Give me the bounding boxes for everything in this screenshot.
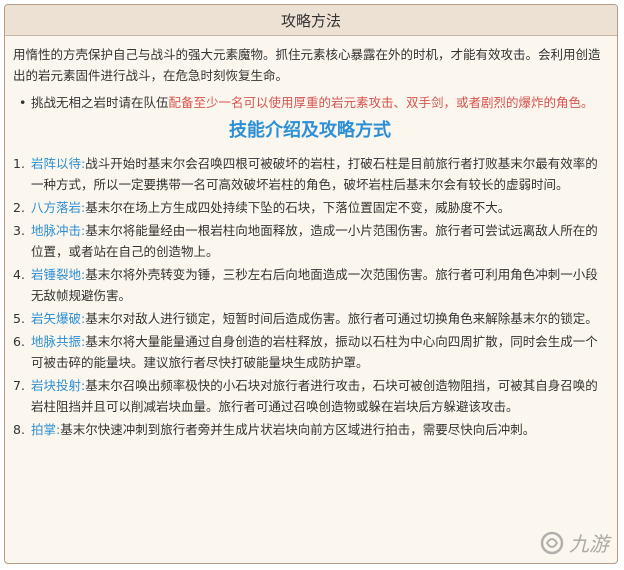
intro-paragraph: 用惰性的方壳保护自己与战斗的强大元素魔物。抓住元素核心暴露在外的时机，才能有效攻… — [13, 47, 601, 83]
ninegame-logo-icon — [540, 531, 564, 554]
skill-name: 八方落岩: — [31, 200, 86, 215]
skill-item: 4. 岩锤裂地:基末尔将外壳转变为锤，三秒左右后向地面造成一次范围伤害。旅行者可利… — [13, 264, 607, 306]
skill-item: 2. 八方落岩:基末尔在场上方生成四处持续下坠的石块，下落位置固定不变，威胁度不大… — [13, 197, 607, 218]
tip-highlight: 配备至少一名可以使用厚重的岩元素攻击、双手剑，或者剧烈的爆炸的角色。 — [168, 95, 594, 110]
skill-text: 拍掌:基末尔快速冲刺到旅行者旁并生成片状岩块向前方区域进行拍击，需要尽快向后冲刺… — [31, 419, 535, 440]
skill-number: 8. — [13, 422, 25, 437]
skill-number: 5. — [13, 311, 25, 326]
skill-name: 岩块投射: — [31, 378, 86, 393]
skill-text: 岩锤裂地:基末尔将外壳转变为锤，三秒左右后向地面造成一次范围伤害。旅行者可利用角… — [31, 264, 607, 306]
skill-desc: 基末尔对敌人进行锁定，短暂时间后造成伤害。旅行者可通过切换角色来解除基末尔的锁定… — [85, 311, 598, 326]
tip-normal: 挑战无相之岩时请在队伍 — [31, 95, 169, 110]
skill-desc: 基末尔将大量能量通过自身创造的岩柱释放，振动以石柱为中心向四周扩散，同时会生成一… — [31, 334, 598, 370]
panel-content: 用惰性的方壳保护自己与战斗的强大元素魔物。抓住元素核心暴露在外的时机，才能有效攻… — [5, 36, 617, 440]
skill-item: 8. 拍掌:基末尔快速冲刺到旅行者旁并生成片状岩块向前方区域进行拍击，需要尽快向后… — [13, 419, 607, 440]
skills-list: 1. 岩阵以待:战斗开始时基末尔会召唤四根可被破坏的岩柱，打破石柱是目前旅行者打败… — [13, 153, 607, 440]
skill-desc: 基末尔召唤出频率极快的小石块对旅行者进行攻击，石块可被创造物阻挡，可被其自身召唤… — [31, 378, 598, 414]
skill-item: 3. 地脉冲击:基末尔将能量经由一根岩柱向地面释放，造成一小片范围伤害。旅行者可尝… — [13, 220, 607, 262]
skill-number: 2. — [13, 200, 25, 215]
tip-text: 挑战无相之岩时请在队伍配备至少一名可以使用厚重的岩元素攻击、双手剑，或者剧烈的爆… — [31, 92, 594, 113]
tip-bullet: • 挑战无相之岩时请在队伍配备至少一名可以使用厚重的岩元素攻击、双手剑，或者剧烈… — [13, 92, 607, 113]
skill-name: 地脉共振: — [31, 334, 86, 349]
watermark-text: 九游 — [569, 532, 609, 556]
panel-title: 攻略方法 — [280, 11, 341, 30]
skill-name: 岩锤裂地: — [31, 267, 86, 282]
skill-text: 岩块投射:基末尔召唤出频率极快的小石块对旅行者进行攻击，石块可被创造物阻挡，可被… — [31, 375, 607, 417]
skill-number: 6. — [13, 334, 25, 349]
skill-text: 岩阵以待:战斗开始时基末尔会召唤四根可被破坏的岩柱，打破石柱是目前旅行者打败基末… — [31, 153, 607, 195]
skill-desc: 战斗开始时基末尔会召唤四根可被破坏的岩柱，打破石柱是目前旅行者打败基末尔最有效率… — [31, 156, 598, 192]
skill-number: 3. — [13, 223, 25, 238]
skill-number: 1. — [13, 156, 25, 171]
skill-desc: 基末尔在场上方生成四处持续下坠的石块，下落位置固定不变，威胁度不大。 — [85, 200, 511, 215]
skill-text: 岩矢爆破:基末尔对敌人进行锁定，短暂时间后造成伤害。旅行者可通过切换角色来解除基… — [31, 308, 598, 329]
skill-text: 地脉冲击:基末尔将能量经由一根岩柱向地面释放，造成一小片范围伤害。旅行者可尝试远… — [31, 220, 607, 262]
skill-desc: 基末尔快速冲刺到旅行者旁并生成片状岩块向前方区域进行拍击，需要尽快向后冲刺。 — [60, 422, 536, 437]
skill-item: 5. 岩矢爆破:基末尔对敌人进行锁定，短暂时间后造成伤害。旅行者可通过切换角色来解… — [13, 308, 607, 329]
skill-number: 4. — [13, 267, 25, 282]
skill-text: 八方落岩:基末尔在场上方生成四处持续下坠的石块，下落位置固定不变，威胁度不大。 — [31, 197, 510, 218]
section-title: 技能介绍及攻略方式 — [229, 120, 391, 141]
skill-name: 拍掌: — [31, 422, 61, 437]
skill-item: 7. 岩块投射:基末尔召唤出频率极快的小石块对旅行者进行攻击，石块可被创造物阻挡，… — [13, 375, 607, 417]
skill-name: 地脉冲击: — [31, 223, 86, 238]
panel-header: 攻略方法 — [5, 5, 617, 36]
skill-desc: 基末尔将能量经由一根岩柱向地面释放，造成一小片范围伤害。旅行者可尝试远离敌人所在… — [31, 223, 598, 259]
skill-number: 7. — [13, 378, 25, 393]
skill-name: 岩阵以待: — [31, 156, 86, 171]
skill-desc: 基末尔将外壳转变为锤，三秒左右后向地面造成一次范围伤害。旅行者可利用角色冲刺一小… — [31, 267, 598, 303]
watermark: 九游 — [539, 528, 609, 557]
bullet-dot-icon: • — [19, 95, 27, 110]
strategy-panel: 攻略方法 用惰性的方壳保护自己与战斗的强大元素魔物。抓住元素核心暴露在外的时机，… — [4, 4, 618, 564]
skill-item: 6. 地脉共振:基末尔将大量能量通过自身创造的岩柱释放，振动以石柱为中心向四周扩散… — [13, 331, 607, 373]
skill-text: 地脉共振:基末尔将大量能量通过自身创造的岩柱释放，振动以石柱为中心向四周扩散，同… — [31, 331, 607, 373]
skill-item: 1. 岩阵以待:战斗开始时基末尔会召唤四根可被破坏的岩柱，打破石柱是目前旅行者打败… — [13, 153, 607, 195]
skill-name: 岩矢爆破: — [31, 311, 86, 326]
